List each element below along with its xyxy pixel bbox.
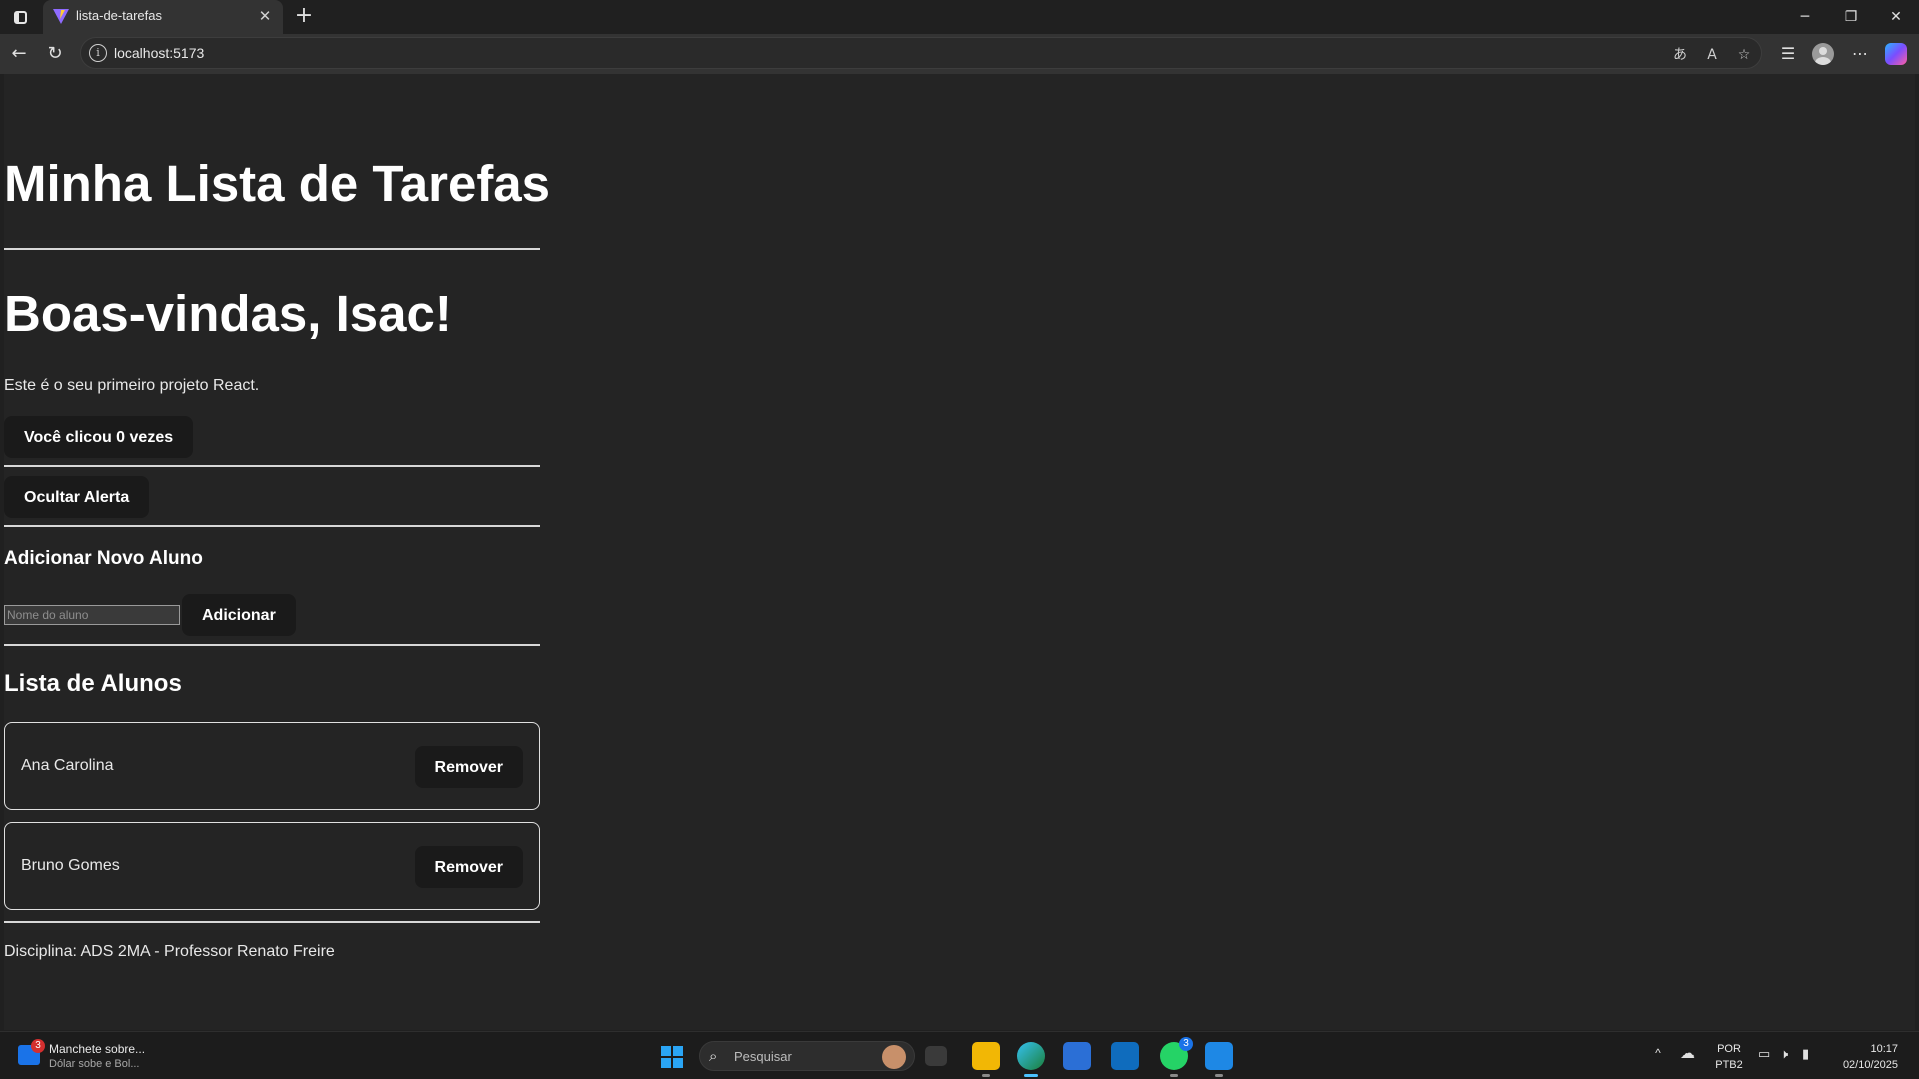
search-highlight-icon [882,1045,906,1069]
divider [4,248,540,250]
translate-icon[interactable]: あ [1669,44,1691,66]
close-window-icon[interactable]: ✕ [1873,0,1919,34]
read-aloud-icon[interactable]: A [1701,44,1723,66]
site-info-icon[interactable]: i [89,44,107,62]
news-badge: 3 [31,1039,45,1053]
browser-toolbar: ← ↻ i localhost:5173 あ A ☆ ☰ ⋯ [0,34,1919,74]
address-bar[interactable]: i localhost:5173 あ A ☆ [80,37,1762,69]
taskbar-search[interactable]: ⌕ Pesquisar [699,1041,915,1071]
student-name: Ana Carolina [21,757,114,774]
file-explorer-icon[interactable] [972,1042,1000,1077]
page-viewport: Minha Lista de Tarefas Boas-vindas, Isac… [4,74,1915,1030]
search-icon: ⌕ [709,1047,718,1065]
add-student-heading: Adicionar Novo Aluno [4,548,203,569]
new-tab-icon[interactable]: + [292,4,316,28]
click-counter-button[interactable]: Você clicou 0 vezes [4,416,194,458]
minimize-icon[interactable]: ─ [1782,0,1828,34]
tab-title: lista-de-tarefas [76,8,162,23]
welcome-heading: Boas-vindas, Isac! [4,285,452,342]
student-name-input[interactable] [4,605,180,625]
hide-alert-button[interactable]: Ocultar Alerta [4,476,150,518]
student-list-item: Ana Carolina Remover [4,722,540,810]
url-text[interactable]: localhost:5173 [114,45,204,61]
windows-start-icon[interactable] [661,1046,683,1068]
taskbar-search-placeholder: Pesquisar [734,1049,792,1064]
keyboard-indicator[interactable]: PTB2 [1714,1059,1744,1071]
onedrive-icon[interactable]: ☁ [1680,1044,1702,1066]
language-indicator[interactable]: POR [1714,1043,1744,1055]
profile-avatar-icon[interactable] [1812,43,1834,65]
whatsapp-icon[interactable]: 3 [1160,1037,1193,1077]
os-taskbar: 3 Manchete sobre... Dólar sobe e Bol... … [0,1031,1919,1079]
microsoft-store-icon[interactable] [1063,1042,1091,1070]
tab-actions-icon[interactable] [9,6,31,28]
remove-student-button[interactable]: Remover [414,746,523,788]
back-icon[interactable]: ← [6,41,32,67]
restore-icon[interactable]: ❐ [1828,0,1874,34]
battery-icon[interactable]: ▮ [1802,1046,1822,1064]
tab-close-icon[interactable]: ✕ [255,6,275,26]
news-detail: Dólar sobe e Bol... [49,1058,140,1070]
whatsapp-badge: 3 [1179,1037,1193,1051]
vite-favicon-icon [53,9,69,24]
outlook-icon[interactable] [1111,1042,1139,1070]
news-widget[interactable]: 3 Manchete sobre... Dólar sobe e Bol... [18,1039,168,1073]
volume-muted-icon[interactable]: 🕨 [1780,1046,1798,1064]
clock-time[interactable]: 10:17 [1834,1043,1898,1055]
refresh-icon[interactable]: ↻ [42,41,68,67]
news-headline: Manchete sobre... [49,1042,146,1056]
browser-tab-strip: lista-de-tarefas ✕ + ─ ❐ ✕ [0,0,1919,34]
favorites-icon[interactable]: ☰ [1775,41,1801,67]
vscode-icon[interactable] [1205,1042,1233,1077]
favorite-star-icon[interactable]: ☆ [1733,44,1755,66]
task-view-icon[interactable] [925,1046,947,1066]
browser-tab[interactable]: lista-de-tarefas ✕ [43,0,283,34]
divider [4,525,540,527]
student-list-item: Bruno Gomes Remover [4,822,540,910]
tray-overflow-icon[interactable]: ^ [1648,1046,1668,1066]
divider [4,465,540,467]
subtitle-text: Este é o seu primeiro projeto React. [4,377,260,394]
edge-browser-icon[interactable] [1017,1042,1045,1077]
footer-text: Disciplina: ADS 2MA - Professor Renato F… [4,943,335,960]
divider [4,921,540,923]
clock-date[interactable]: 02/10/2025 [1834,1059,1898,1071]
page-title: Minha Lista de Tarefas [4,155,551,212]
divider [4,644,540,646]
remove-student-button[interactable]: Remover [414,846,523,888]
student-list-heading: Lista de Alunos [4,670,182,697]
network-icon[interactable]: ▭ [1758,1046,1776,1064]
more-menu-icon[interactable]: ⋯ [1847,41,1873,67]
student-name: Bruno Gomes [21,857,120,874]
copilot-icon[interactable] [1885,43,1907,65]
add-student-button[interactable]: Adicionar [182,594,296,636]
